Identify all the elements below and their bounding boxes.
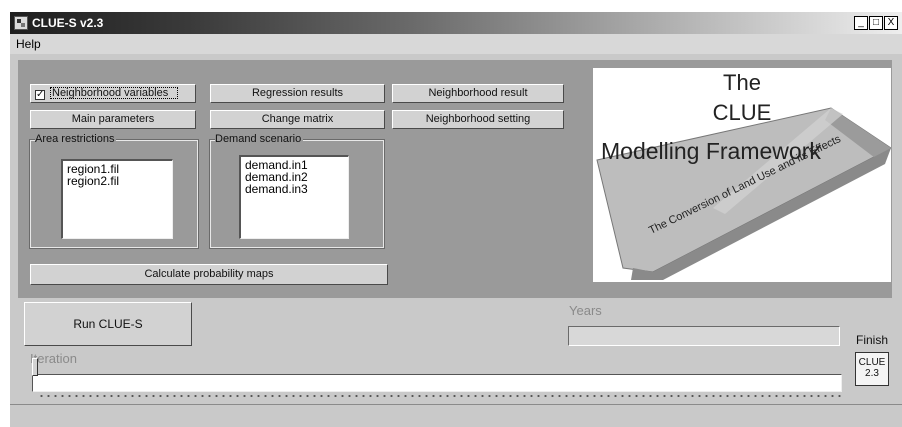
window-title: CLUE-S v2.3 xyxy=(32,16,104,30)
app-icon[interactable] xyxy=(14,16,28,30)
demand-scenario-list[interactable]: demand.in1 demand.in2 demand.in3 xyxy=(239,155,349,239)
change-matrix-button[interactable]: Change matrix xyxy=(210,110,385,129)
status-bar xyxy=(10,404,902,427)
demand-scenario-group: Demand scenario demand.in1 demand.in2 de… xyxy=(209,133,385,249)
clue-logo-icon: CLUE 2.3 xyxy=(855,352,889,386)
years-label: Years xyxy=(569,303,602,318)
neighborhood-setting-button[interactable]: Neighborhood setting xyxy=(392,110,564,129)
calculate-probability-maps-button[interactable]: Calculate probability maps xyxy=(30,264,388,285)
logo-line-2: CLUE xyxy=(712,100,772,125)
iteration-track[interactable] xyxy=(32,374,842,392)
list-item[interactable]: region2.fil xyxy=(67,175,168,187)
list-item[interactable]: demand.in3 xyxy=(245,183,344,195)
control-panel: ✓ Neighborhood variables Regression resu… xyxy=(18,60,892,298)
maximize-button[interactable]: □ xyxy=(869,16,883,30)
logo-line-1: The xyxy=(723,70,761,95)
run-clue-s-button[interactable]: Run CLUE-S xyxy=(24,302,192,346)
title-bar[interactable]: CLUE-S v2.3 _ □ X xyxy=(10,12,902,34)
iteration-slider-thumb[interactable] xyxy=(32,358,38,376)
neighborhood-result-button[interactable]: Neighborhood result xyxy=(392,84,564,103)
menu-bar: Help xyxy=(10,34,902,54)
area-restrictions-list[interactable]: region1.fil region2.fil xyxy=(61,159,173,239)
clue-s-window: CLUE-S v2.3 _ □ X Help ✓ Neighborhood va… xyxy=(10,12,902,427)
area-restrictions-group: Area restrictions region1.fil region2.fi… xyxy=(29,133,199,249)
years-progress-bar xyxy=(568,326,840,346)
clue-framework-logo: The CLUE Modelling Framework The Convers… xyxy=(593,68,891,282)
minimize-button[interactable]: _ xyxy=(854,16,868,30)
area-restrictions-label: Area restrictions xyxy=(35,133,117,146)
close-button[interactable]: X xyxy=(884,16,898,30)
iteration-ticks xyxy=(38,394,844,398)
demand-scenario-label: Demand scenario xyxy=(215,133,304,146)
neighborhood-variables-checkbox[interactable]: ✓ Neighborhood variables xyxy=(30,84,196,103)
neighborhood-variables-label: Neighborhood variables xyxy=(52,87,169,99)
regression-results-button[interactable]: Regression results xyxy=(210,84,385,103)
checkbox-check-icon: ✓ xyxy=(35,89,45,100)
icon-line-1: CLUE xyxy=(858,357,886,368)
menu-help[interactable]: Help xyxy=(16,36,41,52)
main-parameters-button[interactable]: Main parameters xyxy=(30,110,196,129)
finish-label: Finish xyxy=(856,333,889,347)
icon-line-2: 2.3 xyxy=(865,368,879,379)
